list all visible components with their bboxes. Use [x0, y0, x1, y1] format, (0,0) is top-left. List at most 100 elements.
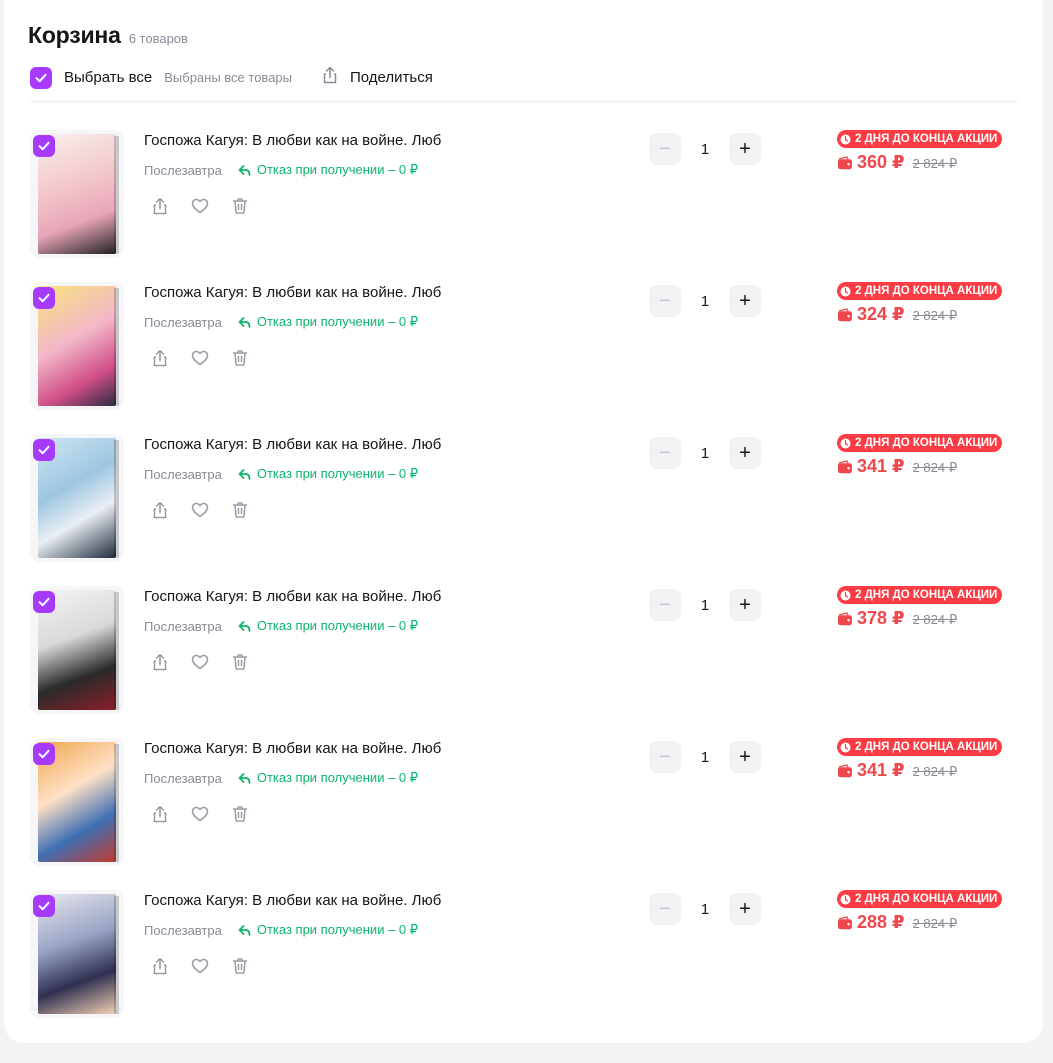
- heart-icon[interactable]: [190, 348, 210, 368]
- quantity-value[interactable]: 1: [681, 901, 729, 918]
- heart-icon[interactable]: [190, 956, 210, 976]
- old-price: 2 824 ₽: [912, 764, 957, 779]
- current-price: 341 ₽: [857, 760, 905, 780]
- decrease-button[interactable]: −: [649, 741, 681, 773]
- old-price: 2 824 ₽: [912, 308, 957, 323]
- heart-icon[interactable]: [190, 652, 210, 672]
- clock-icon: [840, 742, 851, 752]
- item-delivery-info: Послезавтра Отказ при получении – 0 ₽: [144, 162, 418, 178]
- refuse-label: Отказ при получении – 0 ₽: [256, 466, 419, 481]
- item-checkbox[interactable]: [33, 895, 55, 917]
- select-all-checkbox[interactable]: [30, 66, 52, 89]
- minus-icon: −: [659, 898, 671, 920]
- cart-header: Корзина 6 товаров: [28, 22, 188, 49]
- check-icon: [38, 445, 50, 455]
- increase-button[interactable]: +: [729, 893, 761, 925]
- heart-icon[interactable]: [190, 804, 210, 824]
- item-actions: [150, 652, 270, 672]
- item-price: 341 ₽ 2 824 ₽: [837, 760, 957, 781]
- share-icon[interactable]: [150, 348, 170, 368]
- minus-icon: −: [659, 594, 671, 616]
- item-actions: [150, 804, 270, 824]
- trash-icon[interactable]: [230, 652, 250, 672]
- quantity-stepper: − 1 +: [649, 133, 761, 165]
- refuse-info: Отказ при получении – 0 ₽: [238, 314, 418, 330]
- book-cover[interactable]: [30, 586, 124, 714]
- items-count: 6 товаров: [128, 31, 188, 46]
- share-icon[interactable]: [150, 500, 170, 520]
- refuse-info: Отказ при получении – 0 ₽: [238, 770, 418, 786]
- promo-label: 2 ДНЯ ДО КОНЦА АКЦИИ: [855, 437, 998, 449]
- cart-item: Госпожа Кагуя: В любви как на войне. Люб…: [4, 130, 1043, 260]
- quantity-value[interactable]: 1: [681, 597, 729, 614]
- current-price: 324 ₽: [857, 304, 905, 324]
- item-checkbox[interactable]: [33, 439, 55, 461]
- quantity-value[interactable]: 1: [681, 141, 729, 158]
- trash-icon[interactable]: [230, 500, 250, 520]
- return-arrow-icon: [238, 164, 251, 176]
- increase-button[interactable]: +: [729, 741, 761, 773]
- decrease-button[interactable]: −: [649, 437, 681, 469]
- book-cover[interactable]: [30, 738, 124, 866]
- delivery-date: Послезавтра: [144, 314, 222, 330]
- quantity-stepper: − 1 +: [649, 437, 761, 469]
- promo-badge: 2 ДНЯ ДО КОНЦА АКЦИИ: [837, 890, 1003, 908]
- item-price: 324 ₽ 2 824 ₽: [837, 304, 957, 325]
- plus-icon: +: [739, 594, 751, 616]
- trash-icon[interactable]: [230, 348, 250, 368]
- item-title[interactable]: Госпожа Кагуя: В любви как на войне. Люб: [144, 740, 441, 757]
- share-icon[interactable]: [150, 196, 170, 216]
- trash-icon[interactable]: [230, 196, 250, 216]
- item-title[interactable]: Госпожа Кагуя: В любви как на войне. Люб: [144, 588, 441, 605]
- promo-label: 2 ДНЯ ДО КОНЦА АКЦИИ: [855, 589, 998, 601]
- minus-icon: −: [659, 290, 671, 312]
- book-cover[interactable]: [30, 434, 124, 562]
- increase-button[interactable]: +: [729, 589, 761, 621]
- return-arrow-icon: [238, 620, 251, 632]
- delivery-date: Послезавтра: [144, 922, 222, 938]
- increase-button[interactable]: +: [729, 133, 761, 165]
- promo-label: 2 ДНЯ ДО КОНЦА АКЦИИ: [855, 893, 998, 905]
- item-checkbox[interactable]: [33, 135, 55, 157]
- book-cover[interactable]: [30, 282, 124, 410]
- quantity-value[interactable]: 1: [681, 749, 729, 766]
- decrease-button[interactable]: −: [649, 285, 681, 317]
- item-title[interactable]: Госпожа Кагуя: В любви как на войне. Люб: [144, 132, 441, 149]
- quantity-value[interactable]: 1: [681, 293, 729, 310]
- share-icon[interactable]: [150, 652, 170, 672]
- trash-icon[interactable]: [230, 956, 250, 976]
- cart-item: Госпожа Кагуя: В любви как на войне. Люб…: [4, 586, 1043, 716]
- item-title[interactable]: Госпожа Кагуя: В любви как на войне. Люб: [144, 892, 441, 909]
- select-all-label[interactable]: Выбрать все: [64, 69, 152, 86]
- selected-note: Выбраны все товары: [164, 70, 292, 85]
- increase-button[interactable]: +: [729, 285, 761, 317]
- trash-icon[interactable]: [230, 804, 250, 824]
- cart-toolbar: Выбрать все Выбраны все товары Поделитьс…: [30, 66, 1018, 102]
- item-delivery-info: Послезавтра Отказ при получении – 0 ₽: [144, 466, 418, 482]
- share-cart-button[interactable]: Поделиться: [320, 65, 433, 90]
- quantity-value[interactable]: 1: [681, 445, 729, 462]
- decrease-button[interactable]: −: [649, 893, 681, 925]
- quantity-stepper: − 1 +: [649, 285, 761, 317]
- item-title[interactable]: Госпожа Кагуя: В любви как на войне. Люб: [144, 436, 441, 453]
- share-icon[interactable]: [150, 804, 170, 824]
- share-label: Поделиться: [350, 69, 433, 86]
- cover-spine: [114, 744, 119, 862]
- refuse-info: Отказ при получении – 0 ₽: [238, 162, 418, 178]
- wallet-icon: [837, 915, 853, 930]
- item-checkbox[interactable]: [33, 743, 55, 765]
- book-cover[interactable]: [30, 130, 124, 258]
- heart-icon[interactable]: [190, 500, 210, 520]
- heart-icon[interactable]: [190, 196, 210, 216]
- wallet-icon: [837, 459, 853, 474]
- item-checkbox[interactable]: [33, 287, 55, 309]
- quantity-stepper: − 1 +: [649, 741, 761, 773]
- share-icon[interactable]: [150, 956, 170, 976]
- increase-button[interactable]: +: [729, 437, 761, 469]
- decrease-button[interactable]: −: [649, 589, 681, 621]
- item-checkbox[interactable]: [33, 591, 55, 613]
- decrease-button[interactable]: −: [649, 133, 681, 165]
- delivery-date: Послезавтра: [144, 618, 222, 634]
- book-cover[interactable]: [30, 890, 124, 1018]
- item-title[interactable]: Госпожа Кагуя: В любви как на войне. Люб: [144, 284, 441, 301]
